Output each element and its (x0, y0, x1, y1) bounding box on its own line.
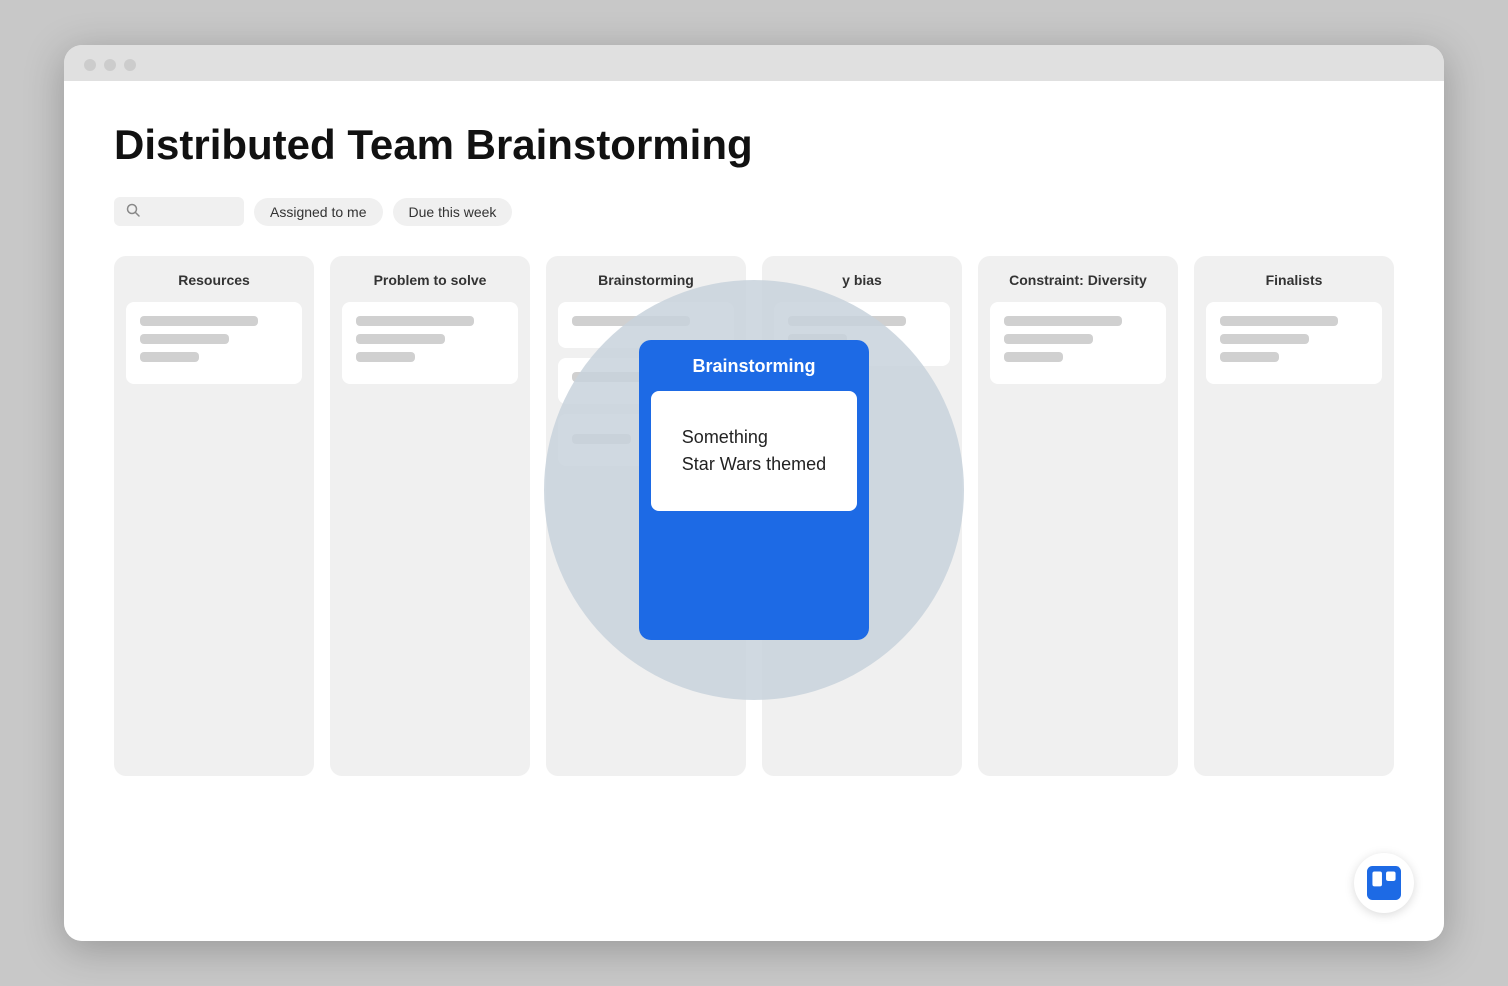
zoom-column: Brainstorming SomethingStar Wars themed (639, 340, 869, 640)
column-header-finalists: Finalists (1206, 272, 1382, 288)
column-header-diversity: Constraint: Diversity (990, 272, 1166, 288)
browser-chrome (64, 45, 1444, 81)
traffic-light-close[interactable] (84, 59, 96, 71)
card-line (140, 352, 199, 362)
toolbar: Assigned to me Due this week (114, 197, 1394, 226)
trello-badge[interactable] (1354, 853, 1414, 913)
card-line (356, 352, 415, 362)
traffic-light-maximize[interactable] (124, 59, 136, 71)
due-this-week-filter[interactable]: Due this week (393, 198, 513, 226)
card-line (140, 316, 258, 326)
card-line (356, 316, 474, 326)
zoom-overlay: Brainstorming SomethingStar Wars themed (544, 280, 964, 700)
card-line (1004, 316, 1122, 326)
column-problem: Problem to solve (330, 256, 530, 776)
assigned-to-me-filter[interactable]: Assigned to me (254, 198, 383, 226)
card-line (140, 334, 229, 344)
card[interactable] (990, 302, 1166, 384)
browser-content: Distributed Team Brainstorming Assigned … (64, 81, 1444, 941)
column-diversity: Constraint: Diversity (978, 256, 1178, 776)
column-resources: Resources (114, 256, 314, 776)
column-header-resources: Resources (126, 272, 302, 288)
zoom-card[interactable]: SomethingStar Wars themed (651, 391, 857, 511)
page-title: Distributed Team Brainstorming (114, 121, 1394, 169)
card-line (1220, 316, 1338, 326)
column-finalists: Finalists (1194, 256, 1394, 776)
card-line (1220, 334, 1309, 344)
card-line (356, 334, 445, 344)
traffic-light-minimize[interactable] (104, 59, 116, 71)
card[interactable] (342, 302, 518, 384)
browser-window: Distributed Team Brainstorming Assigned … (64, 45, 1444, 941)
card-line (1220, 352, 1279, 362)
card[interactable] (126, 302, 302, 384)
card[interactable] (1206, 302, 1382, 384)
search-box[interactable] (114, 197, 244, 226)
zoom-card-text: SomethingStar Wars themed (682, 424, 826, 478)
search-icon (126, 203, 140, 220)
column-header-problem: Problem to solve (342, 272, 518, 288)
trello-logo-icon (1367, 866, 1401, 900)
zoom-column-header: Brainstorming (651, 356, 857, 377)
card-line (1004, 352, 1063, 362)
card-line (1004, 334, 1093, 344)
